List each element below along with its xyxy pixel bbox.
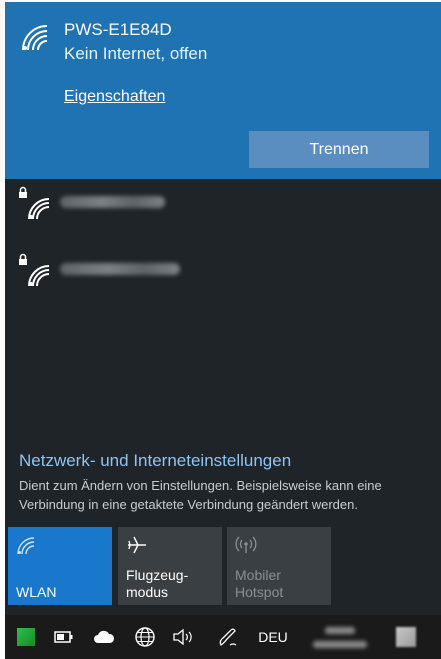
app-icon[interactable] [13, 615, 39, 659]
wifi-icon [22, 25, 48, 51]
wifi-icon [17, 537, 35, 555]
network-settings-link[interactable]: Netzwerk- und Interneteinstellungen [19, 451, 291, 471]
secured-wifi-icon [19, 253, 50, 287]
hotspot-icon [235, 536, 257, 553]
taskbar: DEU [5, 615, 441, 659]
battery-icon[interactable] [51, 615, 77, 659]
network-name-redacted [60, 263, 180, 275]
network-list-item[interactable] [5, 249, 441, 307]
cloud-icon[interactable] [91, 615, 117, 659]
network-name-redacted [60, 196, 165, 208]
network-list-item[interactable] [5, 182, 441, 240]
disconnect-button[interactable]: Trennen [249, 131, 429, 168]
properties-link[interactable]: Eigenschaften [64, 88, 165, 106]
volume-icon[interactable] [169, 615, 197, 659]
network-ssid: PWS-E1E84D [64, 20, 172, 39]
airplane-mode-toggle[interactable]: Flugzeug- modus [118, 527, 222, 605]
action-center-icon[interactable] [391, 615, 421, 659]
mobile-hotspot-label: Mobiler Hotspot [235, 567, 284, 600]
airplane-icon [128, 536, 146, 554]
network-settings-description: Dient zum Ändern von Einstellungen. Beis… [19, 478, 382, 512]
network-flyout: PWS-E1E84D Kein Internet, offen Eigensch… [5, 2, 441, 615]
mobile-hotspot-toggle[interactable]: Mobiler Hotspot [227, 527, 331, 605]
language-indicator[interactable]: DEU [255, 615, 291, 659]
secured-wifi-icon [19, 186, 50, 220]
airplane-mode-label: Flugzeug- modus [126, 567, 189, 600]
network-status: Kein Internet, offen [64, 44, 208, 63]
connected-network[interactable]: PWS-E1E84D Kein Internet, offen Eigensch… [5, 2, 441, 179]
wlan-toggle[interactable]: WLAN [8, 527, 112, 605]
wlan-label: WLAN [16, 584, 57, 600]
pen-icon[interactable] [214, 615, 242, 659]
clock[interactable] [305, 615, 375, 659]
network-globe-icon[interactable] [131, 615, 159, 659]
